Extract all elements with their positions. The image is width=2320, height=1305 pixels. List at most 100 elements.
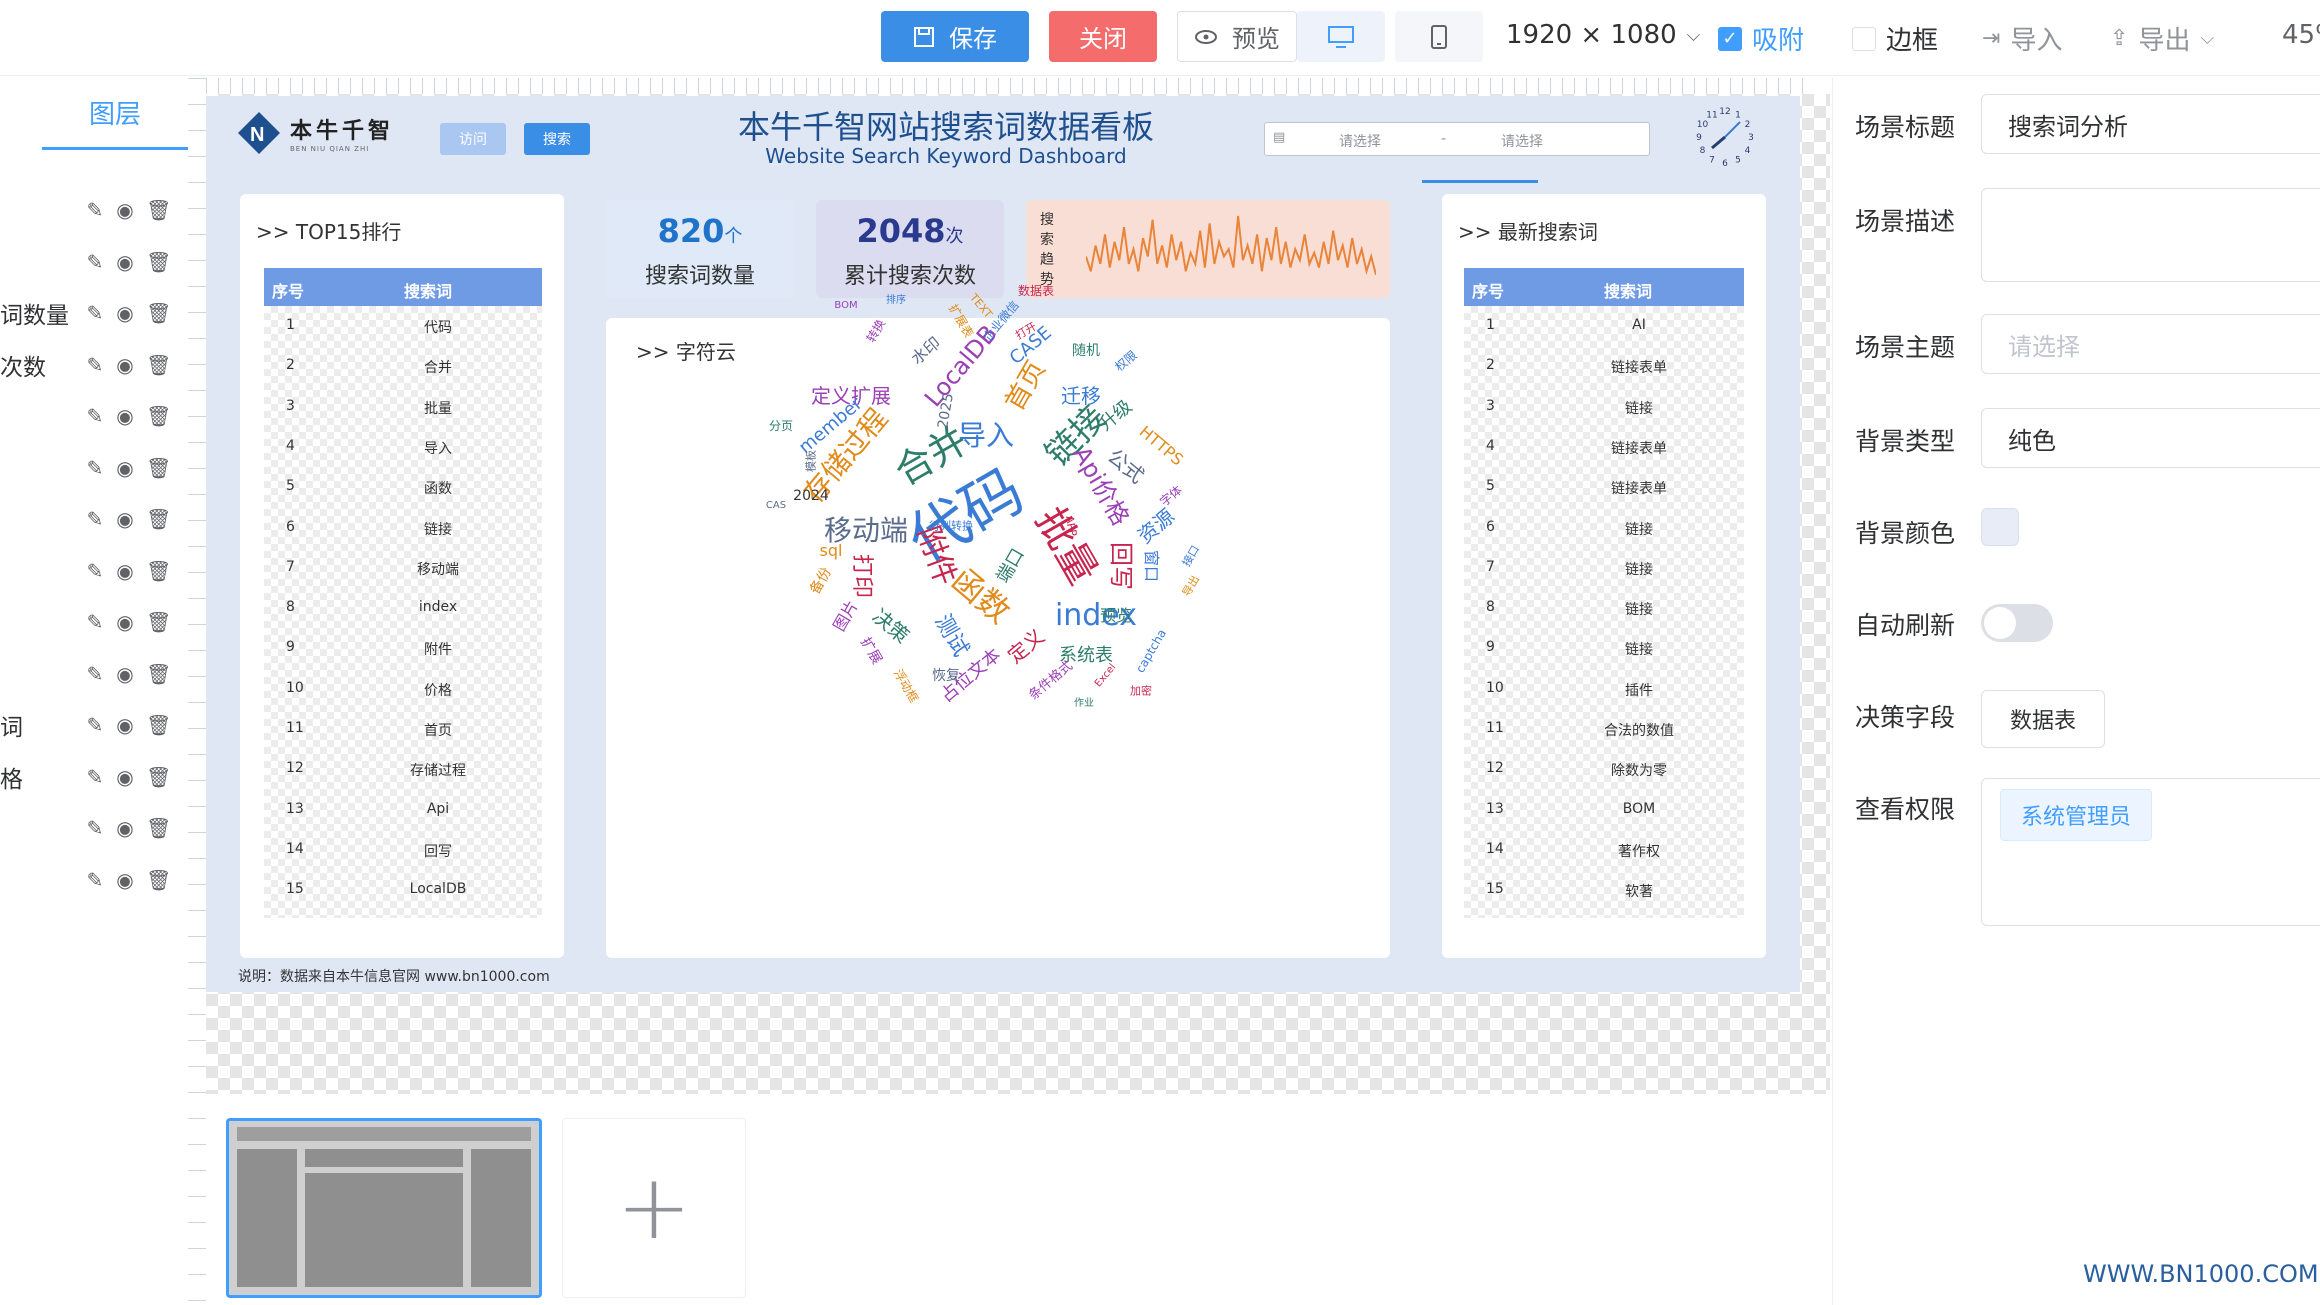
layer-row[interactable]: 格 ✎ ◉ 🗑 [0,751,188,803]
trash-icon[interactable]: 🗑 [146,713,171,737]
trash-icon[interactable]: 🗑 [146,765,171,789]
page-thumbnail-1[interactable] [226,1118,542,1298]
table-row[interactable]: 11 合法的数值 [1464,709,1744,749]
trash-icon[interactable]: 🗑 [146,456,171,480]
layer-row[interactable]: 次数 ✎ ◉ 🗑 [0,339,188,391]
nav-visit-button[interactable]: 访问 [440,123,506,155]
table-row[interactable]: 5 链接表单 [1464,467,1744,507]
table-row[interactable]: 8 链接 [1464,588,1744,628]
edit-icon[interactable]: ✎ [86,456,104,480]
table-row[interactable]: 13 Api [264,790,542,830]
trash-icon[interactable]: 🗑 [146,198,171,222]
zoom-level[interactable]: 45% [2282,20,2320,50]
eye-icon[interactable]: ◉ [116,610,134,634]
table-row[interactable]: 4 导入 [264,427,542,467]
table-row[interactable]: 2 链接表单 [1464,346,1744,386]
table-row[interactable]: 1 AI [1464,306,1744,346]
table-row[interactable]: 6 链接 [1464,508,1744,548]
table-row[interactable]: 15 软著 [1464,870,1744,910]
layer-row[interactable]: ✎ ◉ 🗑 [0,184,188,236]
preview-button[interactable]: 预览 [1177,11,1297,62]
eye-icon[interactable]: ◉ [116,713,134,737]
edit-icon[interactable]: ✎ [86,816,104,840]
layer-row[interactable]: 词 ✎ ◉ 🗑 [0,699,188,751]
eye-icon[interactable]: ◉ [116,353,134,377]
trash-icon[interactable]: 🗑 [146,353,171,377]
eye-icon[interactable]: ◉ [116,250,134,274]
edit-icon[interactable]: ✎ [86,610,104,634]
trash-icon[interactable]: 🗑 [146,250,171,274]
export-button[interactable]: ⇪ 导出 ⌵ [2110,20,2214,57]
date-range-picker[interactable]: ▤ 请选择 - 请选择 [1264,122,1650,156]
table-row[interactable]: 7 链接 [1464,548,1744,588]
trash-icon[interactable]: 🗑 [146,610,171,634]
table-row[interactable]: 9 链接 [1464,628,1744,668]
resolution-select[interactable]: 1920 × 1080 ⌵ [1506,20,1700,50]
edit-icon[interactable]: ✎ [86,198,104,222]
snap-checkbox[interactable]: ✓ 吸附 [1718,20,1804,57]
table-row[interactable]: 9 附件 [264,628,542,668]
table-row[interactable]: 14 著作权 [1464,830,1744,870]
import-button[interactable]: ⇥ 导入 [1982,20,2062,57]
trash-icon[interactable]: 🗑 [146,662,171,686]
permission-tag[interactable]: 系统管理员 [2000,789,2153,841]
layer-row[interactable]: ✎ ◉ 🗑 [0,802,188,854]
decision-field-button[interactable]: 数据表 [1981,690,2105,748]
table-row[interactable]: 1 代码 [264,306,542,346]
dashboard-preview[interactable]: N 本牛千智 BEN NIU QIAN ZHI 访问 搜索 本牛千智网站搜索词数… [206,96,1800,992]
close-button[interactable]: 关闭 [1049,11,1157,62]
edit-icon[interactable]: ✎ [86,713,104,737]
eye-icon[interactable]: ◉ [116,456,134,480]
table-row[interactable]: 12 存储过程 [264,749,542,789]
table-row[interactable]: 3 批量 [264,387,542,427]
trash-icon[interactable]: 🗑 [146,301,171,325]
table-row[interactable]: 12 除数为零 [1464,749,1744,789]
layer-row[interactable]: ✎ ◉ 🗑 [0,648,188,700]
table-row[interactable]: 4 链接表单 [1464,427,1744,467]
trash-icon[interactable]: 🗑 [146,404,171,428]
trash-icon[interactable]: 🗑 [146,868,171,892]
edit-icon[interactable]: ✎ [86,301,104,325]
view-permission-box[interactable]: 系统管理员 [1981,778,2320,926]
edit-icon[interactable]: ✎ [86,662,104,686]
edit-icon[interactable]: ✎ [86,868,104,892]
table-row[interactable]: 14 回写 [264,830,542,870]
save-button[interactable]: 保存 [881,11,1029,62]
table-row[interactable]: 5 函数 [264,467,542,507]
table-row[interactable]: 15 LocalDB [264,870,542,910]
scene-theme-select[interactable]: 请选择 ⌵ [1981,314,2320,374]
table-row[interactable]: 8 index [264,588,542,628]
layer-row[interactable]: ✎ ◉ 🗑 [0,390,188,442]
edit-icon[interactable]: ✎ [86,559,104,583]
scene-title-input[interactable]: 搜索词分析 [1981,94,2320,154]
tab-layers[interactable]: 图层 [42,78,188,150]
layer-row[interactable]: ✎ ◉ 🗑 [0,854,188,906]
table-row[interactable]: 10 价格 [264,669,542,709]
eye-icon[interactable]: ◉ [116,507,134,531]
edit-icon[interactable]: ✎ [86,250,104,274]
layer-row[interactable]: ✎ ◉ 🗑 [0,236,188,288]
layer-row[interactable]: ✎ ◉ 🗑 [0,493,188,545]
border-checkbox[interactable]: 边框 [1852,20,1938,57]
edit-icon[interactable]: ✎ [86,353,104,377]
table-row[interactable]: 3 链接 [1464,387,1744,427]
trash-icon[interactable]: 🗑 [146,507,171,531]
eye-icon[interactable]: ◉ [116,765,134,789]
scene-desc-textarea[interactable] [1981,188,2320,282]
eye-icon[interactable]: ◉ [116,301,134,325]
edit-icon[interactable]: ✎ [86,404,104,428]
desktop-mode-button[interactable] [1297,11,1385,62]
mobile-mode-button[interactable] [1395,11,1483,62]
table-row[interactable]: 10 插件 [1464,669,1744,709]
table-row[interactable]: 13 BOM [1464,790,1744,830]
layer-row[interactable]: ✎ ◉ 🗑 [0,545,188,597]
edit-icon[interactable]: ✎ [86,507,104,531]
eye-icon[interactable]: ◉ [116,559,134,583]
bg-color-picker[interactable] [1981,508,2019,546]
nav-search-button[interactable]: 搜索 [524,123,590,155]
trash-icon[interactable]: 🗑 [146,816,171,840]
auto-refresh-toggle[interactable] [1981,604,2053,642]
layer-row[interactable]: 词数量 ✎ ◉ 🗑 [0,287,188,339]
eye-icon[interactable]: ◉ [116,662,134,686]
bg-type-select[interactable]: 纯色 ⌵ [1981,408,2320,468]
